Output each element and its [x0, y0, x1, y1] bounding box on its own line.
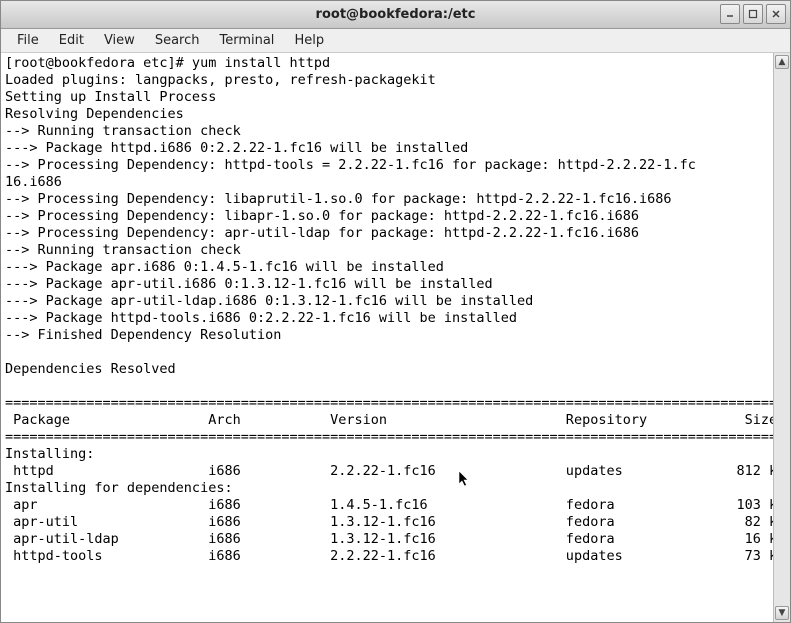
minimize-button[interactable] [720, 4, 740, 24]
maximize-button[interactable] [743, 4, 763, 24]
menu-edit[interactable]: Edit [49, 31, 94, 50]
menu-file[interactable]: File [7, 31, 49, 50]
window-title: root@bookfedora:/etc [1, 7, 790, 22]
chevron-down-icon: ▼ [779, 608, 786, 618]
chevron-up-icon: ▲ [779, 57, 786, 67]
close-button[interactable] [766, 4, 786, 24]
menubar: File Edit View Search Terminal Help [1, 29, 790, 53]
terminal-output[interactable]: [root@bookfedora etc]# yum install httpd… [1, 53, 773, 622]
window-controls [720, 4, 786, 24]
terminal-window: root@bookfedora:/etc File Edit View Sear… [0, 0, 791, 623]
close-icon [771, 9, 781, 19]
terminal-area: [root@bookfedora etc]# yum install httpd… [1, 53, 790, 622]
minimize-icon [725, 9, 735, 19]
scroll-down-button[interactable]: ▼ [775, 606, 789, 620]
menu-terminal[interactable]: Terminal [209, 31, 284, 50]
scroll-up-button[interactable]: ▲ [775, 55, 789, 69]
maximize-icon [748, 9, 758, 19]
scrollbar[interactable]: ▲ ▼ [773, 53, 790, 622]
menu-help[interactable]: Help [284, 31, 334, 50]
menu-search[interactable]: Search [145, 31, 210, 50]
menu-view[interactable]: View [94, 31, 145, 50]
titlebar: root@bookfedora:/etc [1, 1, 790, 29]
